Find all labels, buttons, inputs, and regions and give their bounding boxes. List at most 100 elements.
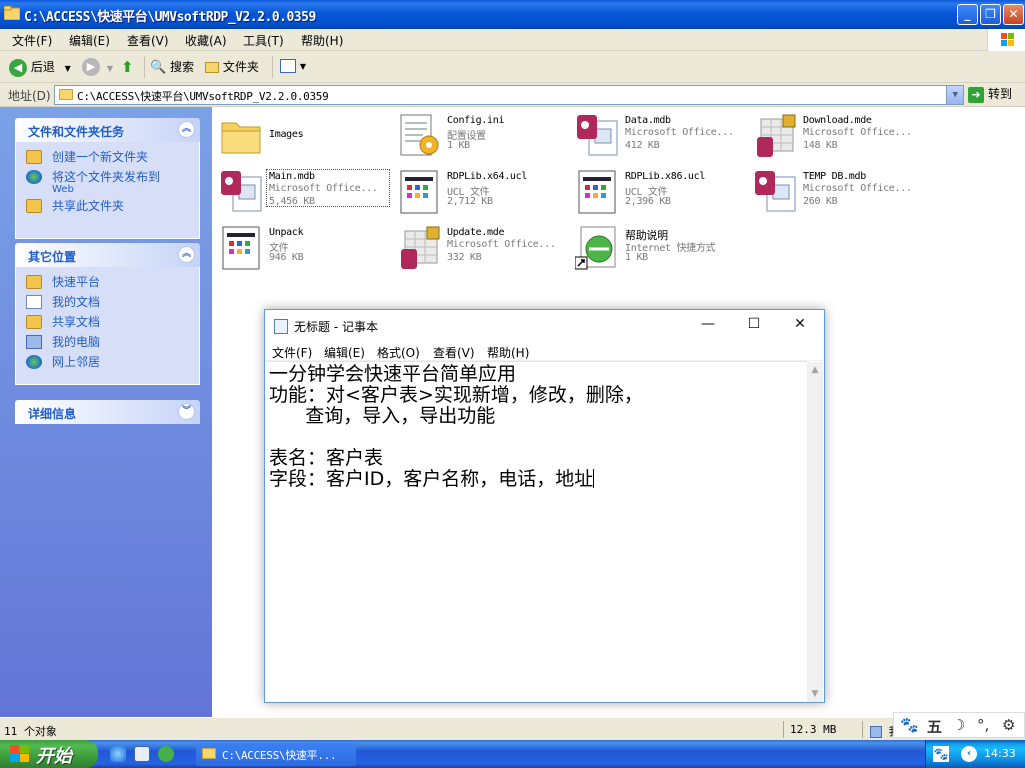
- views-button[interactable]: ▼: [280, 58, 306, 73]
- menu-favorites[interactable]: 收藏(A): [185, 32, 227, 49]
- ime-tray-icon[interactable]: 🐾: [933, 746, 949, 762]
- expand-chevron-icon[interactable]: ︾: [178, 403, 195, 420]
- file-item[interactable]: RDPLib.x86.ucl UCL 文件 2,396 KB: [575, 169, 745, 221]
- access-db-icon: [219, 169, 265, 215]
- notepad-vertical-scrollbar[interactable]: ▲ ▼: [807, 362, 823, 702]
- publish-web-link-cont[interactable]: Web: [26, 184, 199, 195]
- place-link-my-computer[interactable]: 我的电脑: [26, 335, 199, 349]
- file-item[interactable]: Unpack 文件 946 KB: [219, 225, 389, 277]
- file-item[interactable]: 帮助说明 Internet 快捷方式 1 KB: [574, 225, 745, 277]
- file-item[interactable]: TEMP DB.mdb Microsoft Office... 260 KB: [753, 169, 923, 221]
- place-link-my-documents[interactable]: 我的文档: [26, 295, 199, 309]
- panel-header[interactable]: 文件和文件夹任务 ︽: [15, 118, 200, 142]
- access-mde-icon: [753, 113, 799, 159]
- menu-edit[interactable]: 编辑(E): [69, 32, 110, 49]
- explorer-titlebar[interactable]: C:\ACCESS\快速平台\UMVsoftRDP_V2.2.0.0359 _ …: [0, 0, 1025, 29]
- notepad-text-area[interactable]: 一分钟学会快速平台简单应用 功能：对<客户表>实现新增，修改，删除， 查询，导入…: [266, 361, 807, 701]
- new-folder-icon: [26, 150, 42, 164]
- folder-icon: [59, 89, 73, 100]
- minimize-button[interactable]: _: [957, 4, 978, 25]
- address-input[interactable]: C:\ACCESS\快速平台\UMVsoftRDP_V2.2.0.0359 ▼: [54, 85, 964, 105]
- place-link-network[interactable]: 网上邻居: [26, 355, 199, 369]
- notepad-titlebar[interactable]: 无标题 - 记事本 — ☐ ✕: [265, 310, 824, 341]
- internet-shortcut-icon: [574, 225, 621, 271]
- forward-button[interactable]: ▶ ▼: [82, 58, 113, 76]
- file-item[interactable]: Config.ini 配置设置 1 KB: [397, 113, 567, 165]
- up-arrow-icon: ⬆: [121, 58, 134, 76]
- go-arrow-icon: ➜: [968, 86, 984, 103]
- folders-button[interactable]: 文件夹: [205, 58, 259, 75]
- clock[interactable]: 14:33: [984, 747, 1016, 760]
- collapse-chevron-icon[interactable]: ︽: [178, 121, 195, 138]
- address-bar: 地址(D) C:\ACCESS\快速平台\UMVsoftRDP_V2.2.0.0…: [0, 83, 1025, 107]
- windows-logo-icon: [987, 29, 1025, 51]
- go-button[interactable]: ➜ 转到: [968, 85, 1022, 105]
- menu-view[interactable]: 查看(V): [127, 32, 169, 49]
- panel-header[interactable]: 其它位置 ︽: [15, 243, 200, 267]
- file-item[interactable]: RDPLib.x64.ucl UCL 文件 2,712 KB: [397, 169, 567, 221]
- close-button[interactable]: ✕: [1003, 4, 1024, 25]
- notepad-maximize-button[interactable]: ☐: [731, 316, 777, 336]
- folder-icon: [202, 748, 216, 759]
- file-item[interactable]: Data.mdb Microsoft Office... 412 KB: [575, 113, 745, 165]
- scroll-up-icon[interactable]: ▲: [807, 362, 823, 378]
- menu-file[interactable]: 文件(F): [12, 32, 52, 49]
- start-button[interactable]: 开始: [0, 740, 98, 768]
- place-link-quick-platform[interactable]: 快速平台: [26, 275, 199, 289]
- notepad-menu-view[interactable]: 查看(V): [433, 344, 475, 361]
- menu-tools[interactable]: 工具(T): [243, 32, 284, 49]
- file-item[interactable]: Images: [219, 113, 389, 165]
- address-dropdown-button[interactable]: ▼: [946, 86, 963, 104]
- up-folder-button[interactable]: ⬆: [121, 58, 134, 76]
- back-button[interactable]: ◀ 后退 ▼: [9, 58, 71, 77]
- new-folder-link[interactable]: 创建一个新文件夹: [26, 150, 199, 164]
- folder-icon: [219, 113, 265, 159]
- explorer-toolbar: ◀ 后退 ▼ ▶ ▼ ⬆ 🔍 搜索 文件夹 ▼: [0, 51, 1025, 83]
- folder-icon: [205, 62, 219, 73]
- punctuation-icon[interactable]: °,: [977, 716, 989, 734]
- computer-icon: [870, 726, 882, 738]
- panel-header[interactable]: 详细信息 ︾: [15, 400, 200, 424]
- share-folder-link[interactable]: 共享此文件夹: [26, 199, 199, 213]
- address-label: 地址(D): [8, 89, 51, 103]
- place-link-shared-documents[interactable]: 共享文档: [26, 315, 199, 329]
- status-bar: 11 个对象 12.3 MB 我: [0, 717, 1025, 740]
- notepad-menu-help[interactable]: 帮助(H): [487, 344, 529, 361]
- taskbar-window-explorer[interactable]: C:\ACCESS\快速平...: [196, 743, 356, 766]
- menu-help[interactable]: 帮助(H): [301, 32, 343, 49]
- system-tray: 🐾 ‹ 14:33: [925, 740, 1025, 768]
- file-item[interactable]: Update.mde Microsoft Office... 332 KB: [397, 225, 567, 277]
- ime-toolbar[interactable]: 🐾 五 ☽ °, ⚙: [893, 712, 1025, 738]
- collapse-chevron-icon[interactable]: ︽: [178, 246, 195, 263]
- ie-icon[interactable]: [110, 746, 126, 762]
- media-player-icon[interactable]: [134, 746, 150, 762]
- maximize-button[interactable]: ❐: [980, 4, 1001, 25]
- file-tasks-panel: 文件和文件夹任务 ︽ 创建一个新文件夹 将这个文件夹发布到 Web 共享此文件夹: [15, 118, 200, 239]
- folder-icon: [26, 275, 42, 289]
- notepad-minimize-button[interactable]: —: [685, 316, 731, 336]
- search-button[interactable]: 🔍 搜索: [150, 58, 194, 75]
- gear-icon[interactable]: ⚙: [1002, 716, 1015, 734]
- scroll-down-icon[interactable]: ▼: [807, 686, 823, 702]
- other-places-panel: 其它位置 ︽ 快速平台 我的文档 共享文档 我的电脑 网上邻居: [15, 243, 200, 385]
- explorer-menubar: 文件(F) 编辑(E) 查看(V) 收藏(A) 工具(T) 帮助(H): [0, 29, 1025, 51]
- file-item[interactable]: Download.mde Microsoft Office... 148 KB: [753, 113, 923, 165]
- chevron-down-icon: ▼: [106, 63, 113, 73]
- expand-tray-icon[interactable]: ‹: [961, 746, 977, 762]
- notepad-close-button[interactable]: ✕: [777, 316, 823, 336]
- my-documents-icon: [26, 295, 42, 309]
- moon-icon[interactable]: ☽: [952, 716, 965, 734]
- notepad-menu-format[interactable]: 格式(O): [377, 344, 420, 361]
- chevron-down-icon: ▼: [299, 62, 306, 71]
- details-panel: 详细信息 ︾: [15, 400, 200, 424]
- notepad-menu-edit[interactable]: 编辑(E): [324, 344, 365, 361]
- ime-logo-icon[interactable]: 🐾: [900, 716, 919, 734]
- ime-mode[interactable]: 五: [927, 716, 942, 737]
- file-item-selected[interactable]: Main.mdb Microsoft Office... 5,456 KB: [219, 169, 390, 221]
- share-folder-icon: [26, 199, 42, 213]
- notepad-icon: [274, 319, 288, 334]
- notepad-menu-file[interactable]: 文件(F): [272, 344, 312, 361]
- publish-web-link[interactable]: 将这个文件夹发布到: [26, 170, 199, 184]
- back-arrow-icon: ◀: [9, 58, 27, 77]
- quicklaunch-app-icon[interactable]: [158, 746, 174, 762]
